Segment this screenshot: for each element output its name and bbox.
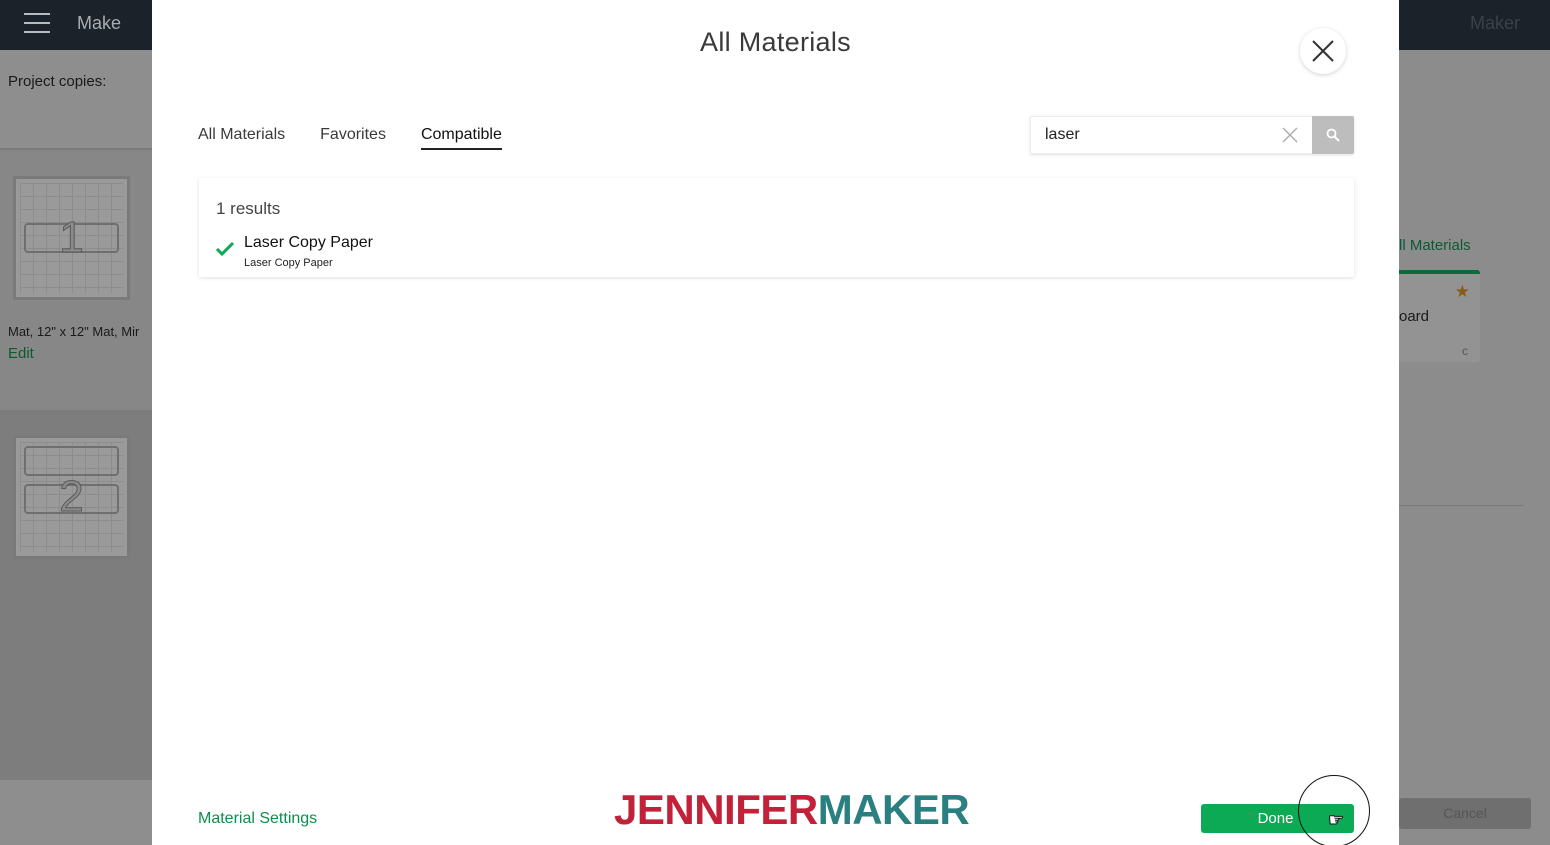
search-button[interactable] (1312, 116, 1354, 154)
close-button[interactable] (1300, 28, 1346, 74)
result-item[interactable]: Laser Copy Paper Laser Copy Paper (216, 234, 616, 274)
material-card-name: oard (1399, 308, 1430, 325)
mat-edit-link[interactable]: Edit (8, 345, 34, 362)
material-settings-link[interactable]: Material Settings (198, 810, 317, 828)
material-tabs: All Materials Favorites Compatible (198, 126, 537, 150)
results-panel: 1 results Laser Copy Paper Laser Copy Pa… (199, 178, 1354, 277)
hamburger-icon[interactable] (24, 13, 50, 33)
star-icon[interactable]: ★ (1455, 282, 1470, 302)
left-bottom (0, 780, 152, 845)
project-copies-section: Project copies: (0, 50, 152, 150)
result-name: Laser Copy Paper (244, 234, 373, 251)
project-copies-label: Project copies: (8, 73, 107, 90)
mat-thumbnail-2[interactable]: 2 (13, 435, 130, 559)
brand-part-1: JENNIFER (614, 786, 818, 833)
material-card[interactable]: ★ oard c (1395, 270, 1480, 362)
right-panel: ll Materials ★ oard c Cancel (1395, 50, 1550, 845)
divider (1399, 505, 1524, 506)
brand-part-2: MAKER (817, 786, 970, 833)
modal-title: All Materials (700, 27, 851, 57)
result-subtitle: Laser Copy Paper (244, 257, 333, 269)
modal-footer: Material Settings JENNIFERMAKER Done (152, 780, 1399, 845)
mat-description: Mat, 12" x 12" Mat, Mir (8, 324, 140, 339)
cancel-button[interactable]: Cancel (1399, 798, 1531, 829)
search-icon (1326, 128, 1340, 142)
mat-number: 1 (59, 213, 84, 263)
material-card-badge: c (1462, 344, 1468, 358)
check-icon (216, 242, 234, 256)
tab-favorites[interactable]: Favorites (320, 126, 386, 150)
search-box (1030, 116, 1354, 154)
left-panel: Project copies: 1 Mat, 12" x 12" Mat, Mi… (0, 50, 152, 845)
tab-all-materials[interactable]: All Materials (198, 126, 285, 150)
all-materials-link[interactable]: ll Materials (1399, 237, 1471, 254)
done-button[interactable]: Done (1201, 804, 1354, 833)
app-title: Make (77, 13, 122, 33)
brand-watermark: JENNIFERMAKER (614, 786, 970, 834)
mat-thumbnail-1[interactable]: 1 (13, 176, 130, 300)
close-icon (1312, 40, 1334, 62)
search-input[interactable] (1030, 116, 1312, 154)
tab-compatible[interactable]: Compatible (420, 126, 502, 150)
clear-icon[interactable] (1282, 127, 1298, 143)
mat-number: 2 (59, 472, 84, 522)
results-count: 1 results (216, 199, 281, 218)
app-right-title: Maker (1469, 13, 1520, 33)
done-label: Done (1257, 810, 1294, 827)
all-materials-modal: All Materials All Materials Favorites Co… (152, 0, 1399, 845)
